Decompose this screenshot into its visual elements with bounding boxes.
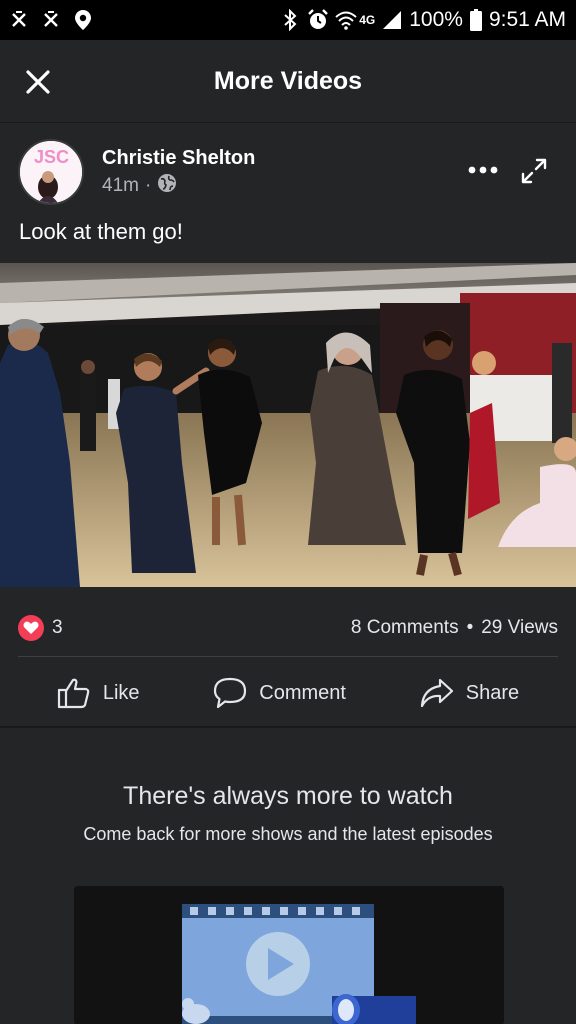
reaction-summary[interactable]: 3 [18,615,63,641]
close-button[interactable] [18,62,58,102]
more-icon [468,166,498,174]
views-count: 29 Views [481,617,558,638]
more-options-button[interactable] [462,155,504,185]
location-icon [72,9,94,31]
post-actions: Like Comment Share [0,667,576,719]
post-meta: 41m · [102,173,177,199]
more-title: There's always more to watch [123,782,453,810]
like-label: Like [102,681,140,704]
comment-label: Comment [259,681,346,704]
stats-separator: • [466,617,474,638]
reaction-count: 3 [52,617,63,638]
video-frame [0,263,576,587]
video-illustration [74,886,504,1024]
comment-button[interactable]: Comment [201,671,358,715]
post-time: 41m [102,175,139,196]
battery-level: 100% [409,8,463,31]
expand-button[interactable] [514,151,554,191]
missed-call-icon [8,9,30,31]
avatar[interactable]: JSC [18,139,84,205]
status-left [8,9,94,31]
missed-call-icon [40,9,62,31]
video-player[interactable] [0,263,576,587]
close-icon [26,70,50,94]
header-bar: More Videos [0,40,576,122]
share-icon [420,678,453,708]
status-right: 4G 100% 9:51 AM [279,8,566,32]
expand-icon [521,158,547,184]
post-caption: Look at them go! [19,219,183,244]
network-type: 4G [359,13,376,27]
author-name[interactable]: Christie Shelton [102,147,255,170]
globe-icon [157,173,177,199]
post-header: JSC Christie Shelton 41m · [0,137,576,207]
video-post: JSC Christie Shelton 41m · Look at them … [0,122,576,726]
battery-icon [469,9,483,31]
status-bar: 4G 100% 9:51 AM [0,0,576,40]
alarm-icon [307,9,329,31]
meta-separator: · [144,175,152,196]
share-label: Share [465,681,520,704]
share-button[interactable]: Share [408,671,531,715]
page-title: More Videos [213,66,363,95]
thumbs-up-icon [57,678,90,709]
comment-icon [214,677,247,709]
more-subtitle: Come back for more shows and the latest … [83,824,493,844]
comments-count[interactable]: 8 Comments [351,617,459,639]
bluetooth-icon [279,9,301,31]
divider [18,656,558,657]
reactions-bar: 3 8 Comments • 29 Views [18,613,558,643]
engagement-stats: 8 Comments • 29 Views [351,617,558,639]
wifi-icon [335,9,357,31]
heart-icon [18,615,44,641]
clock: 9:51 AM [488,8,566,31]
like-button[interactable]: Like [45,671,152,715]
signal-icon [381,9,403,31]
more-to-watch: There's always more to watch Come back f… [0,727,576,1024]
film-strip-illustration [74,886,504,1024]
avatar-logo-text: JSC [34,147,69,167]
